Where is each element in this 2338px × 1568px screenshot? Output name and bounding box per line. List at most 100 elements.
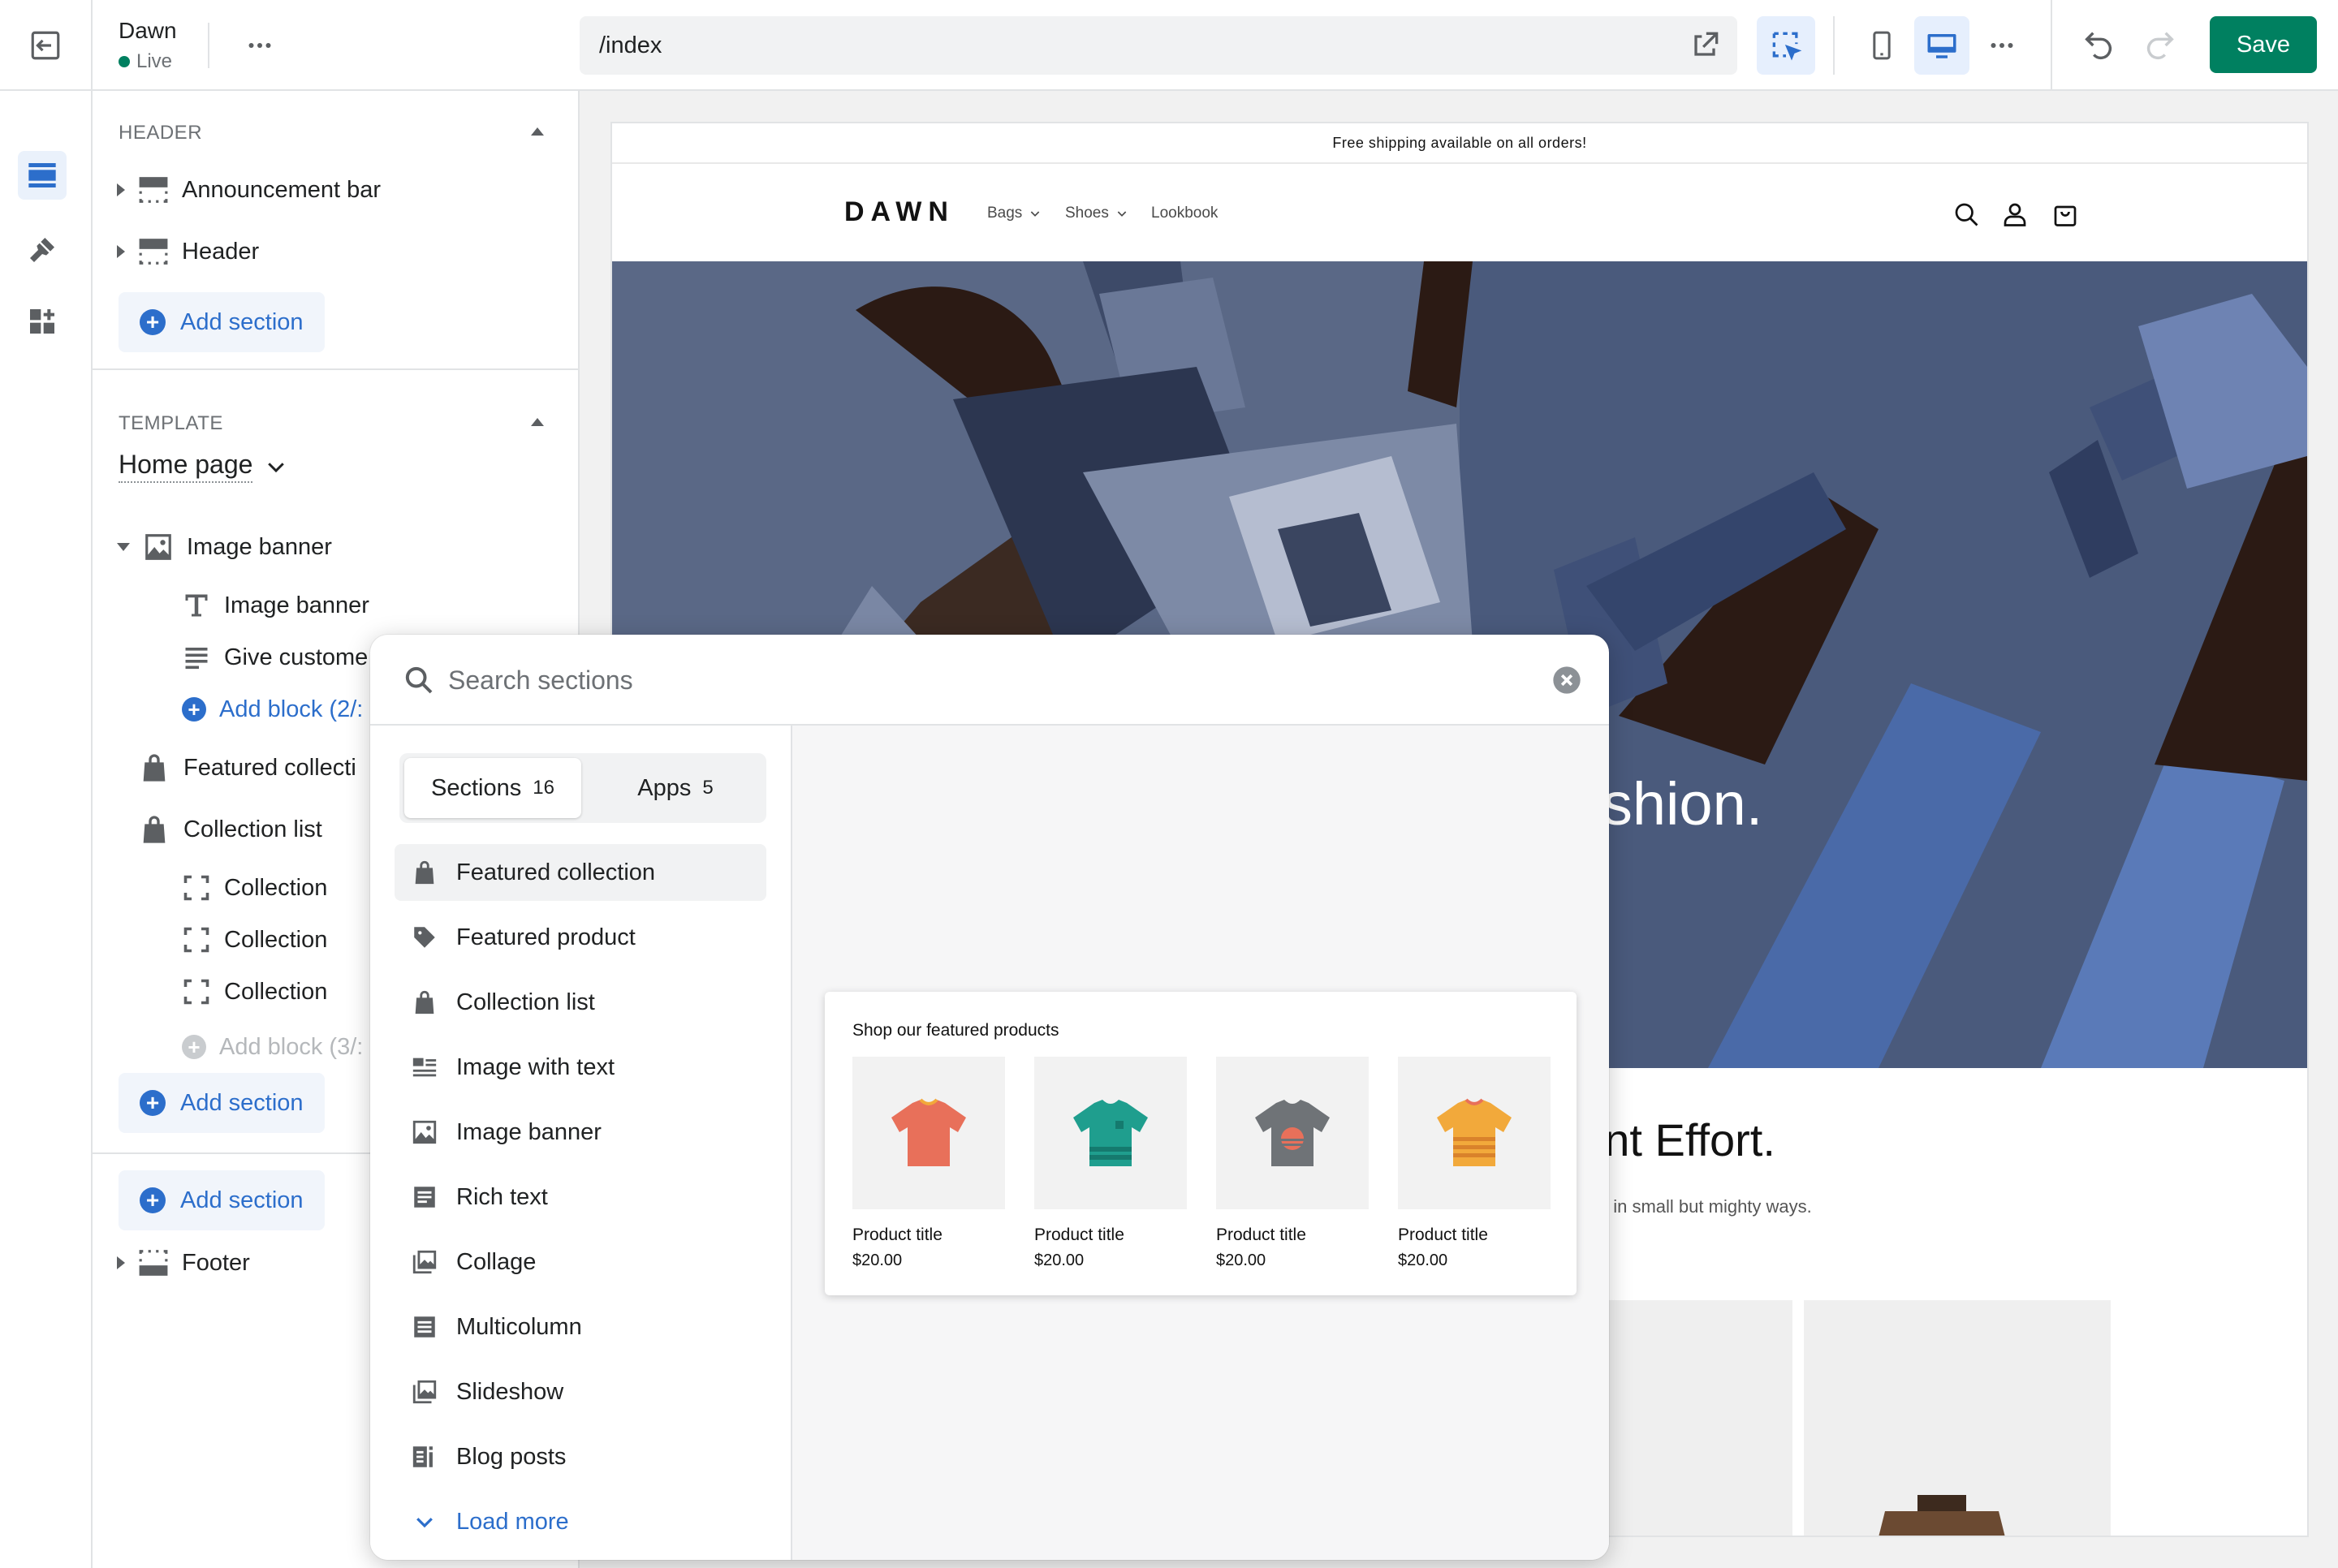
collapse-icon[interactable]	[117, 543, 130, 551]
clear-search-icon[interactable]	[1551, 664, 1583, 696]
undo-button[interactable]	[2073, 19, 2125, 71]
store-header: DAWN Bags Shoes Lookbook	[612, 164, 2307, 261]
add-section-footer-button[interactable]: + Add section	[119, 1170, 325, 1230]
block-item-collection-1[interactable]: Collection	[182, 865, 327, 911]
tree-item-image-banner[interactable]: Image banner	[117, 524, 332, 570]
expand-icon[interactable]	[117, 183, 125, 196]
tree-item-collection-list[interactable]: Collection list	[138, 807, 322, 852]
blog-icon	[411, 1443, 438, 1471]
section-option-image-banner[interactable]: Image banner	[395, 1104, 766, 1161]
store-search-icon[interactable]	[1952, 200, 1981, 229]
view-options-button[interactable]	[1976, 16, 2028, 75]
section-option-multicolumn[interactable]: Multicolumn	[395, 1299, 766, 1355]
nav-item-lookbook[interactable]: Lookbook	[1151, 205, 1218, 222]
editor-rail	[0, 91, 93, 1568]
nav-item-bags[interactable]: Bags	[987, 205, 1042, 222]
block-item-image-banner-heading[interactable]: Image banner	[182, 583, 369, 628]
add-section-template-button[interactable]: + Add section	[119, 1073, 325, 1133]
page-url: /index	[599, 32, 662, 58]
tab-count: 5	[702, 777, 714, 799]
tab-apps[interactable]: Apps 5	[589, 758, 761, 818]
template-selector[interactable]: Home page	[119, 450, 288, 483]
section-option-label: Multicolumn	[456, 1313, 582, 1340]
add-block-disabled-button[interactable]: + Add block (3/:	[182, 1024, 363, 1070]
page-url-selector[interactable]: /index	[580, 16, 1737, 75]
theme-status: Live	[119, 50, 172, 73]
section-option-collage[interactable]: Collage	[395, 1234, 766, 1290]
open-in-new-tab-button[interactable]	[1687, 28, 1723, 63]
inspector-button[interactable]	[1757, 16, 1815, 75]
tab-label: Sections	[431, 774, 522, 801]
header-group-label: HEADER	[119, 122, 203, 144]
product-title: Product title	[1034, 1226, 1124, 1244]
product-title: Product title	[852, 1226, 943, 1244]
section-option-rich-text[interactable]: Rich text	[395, 1169, 766, 1226]
plus-circle-icon: +	[140, 309, 166, 335]
section-search-bar	[370, 635, 1609, 726]
bag-icon	[411, 859, 438, 886]
exit-editor-button[interactable]	[19, 19, 71, 71]
bags-icon	[143, 816, 166, 843]
section-option-image-with-text[interactable]: Image with text	[395, 1039, 766, 1096]
tree-item-header[interactable]: Header	[117, 229, 259, 274]
collection-card[interactable]	[1804, 1300, 2111, 1536]
tree-item-featured-collection[interactable]: Featured collecti	[138, 745, 356, 790]
store-cart-icon[interactable]	[2051, 200, 2080, 229]
section-list-panel: Sections 16 Apps 5 Featured collection F…	[370, 726, 792, 1560]
bag-icon	[143, 754, 166, 782]
nav-item-shoes[interactable]: Shoes	[1065, 205, 1128, 222]
section-option-collection-list[interactable]: Collection list	[395, 974, 766, 1031]
expand-icon[interactable]	[117, 1256, 125, 1269]
store-account-icon[interactable]	[2000, 200, 2030, 229]
store-logo[interactable]: DAWN	[844, 196, 955, 228]
mobile-view-button[interactable]	[1856, 16, 1908, 75]
tree-item-label: Collection list	[183, 816, 322, 842]
tab-count: 16	[533, 777, 554, 799]
theme-settings-tab[interactable]	[18, 226, 67, 274]
undo-icon	[2085, 32, 2112, 60]
add-section-label: Add section	[180, 308, 304, 335]
search-icon	[405, 666, 433, 694]
desktop-view-button[interactable]	[1914, 16, 1969, 75]
tag-icon	[411, 924, 438, 951]
redo-button[interactable]	[2133, 19, 2185, 71]
text-block-icon	[411, 1183, 438, 1211]
app-embeds-tab[interactable]	[18, 297, 67, 346]
block-item-collection-2[interactable]: Collection	[182, 917, 327, 963]
add-section-header-button[interactable]: + Add section	[119, 292, 325, 352]
theme-name: Dawn	[119, 18, 177, 43]
add-block-button[interactable]: + Add block (2/:	[182, 687, 363, 732]
collapse-header-group-icon[interactable]	[531, 127, 544, 136]
tree-item-label: Featured collecti	[183, 754, 356, 781]
tshirt-icon	[1255, 1100, 1330, 1166]
load-more-button[interactable]: Load more	[395, 1493, 766, 1550]
section-option-slideshow[interactable]: Slideshow	[395, 1363, 766, 1420]
save-button[interactable]: Save	[2210, 16, 2317, 73]
block-item-collection-3[interactable]: Collection	[182, 969, 327, 1014]
divider	[1833, 16, 1835, 75]
section-option-featured-collection[interactable]: Featured collection	[395, 844, 766, 901]
section-option-label: Collection list	[456, 989, 595, 1015]
section-option-featured-product[interactable]: Featured product	[395, 909, 766, 966]
section-option-blog-posts[interactable]: Blog posts	[395, 1428, 766, 1485]
load-more-label: Load more	[456, 1508, 569, 1535]
theme-actions-button[interactable]	[234, 19, 286, 71]
tree-item-footer[interactable]: Footer	[117, 1240, 250, 1286]
chevron-down-icon	[411, 1508, 438, 1536]
image-icon	[145, 534, 171, 560]
section-search-input[interactable]	[448, 659, 1503, 701]
plus-circle-icon: +	[140, 1187, 166, 1213]
dashed-square-icon	[183, 979, 209, 1005]
tree-item-announcement-bar[interactable]: Announcement bar	[117, 167, 381, 213]
expand-icon[interactable]	[117, 245, 125, 258]
nav-item-label: Shoes	[1065, 205, 1109, 222]
tab-sections[interactable]: Sections 16	[404, 758, 581, 818]
collapse-template-group-icon[interactable]	[531, 418, 544, 426]
block-item-text[interactable]: Give custome	[182, 635, 368, 680]
mobile-icon	[1873, 31, 1891, 60]
apps-icon	[30, 309, 54, 334]
image-text-icon	[411, 1053, 438, 1081]
sections-tab[interactable]	[18, 151, 67, 200]
columns-icon	[411, 1313, 438, 1341]
bags-icon	[411, 989, 438, 1016]
